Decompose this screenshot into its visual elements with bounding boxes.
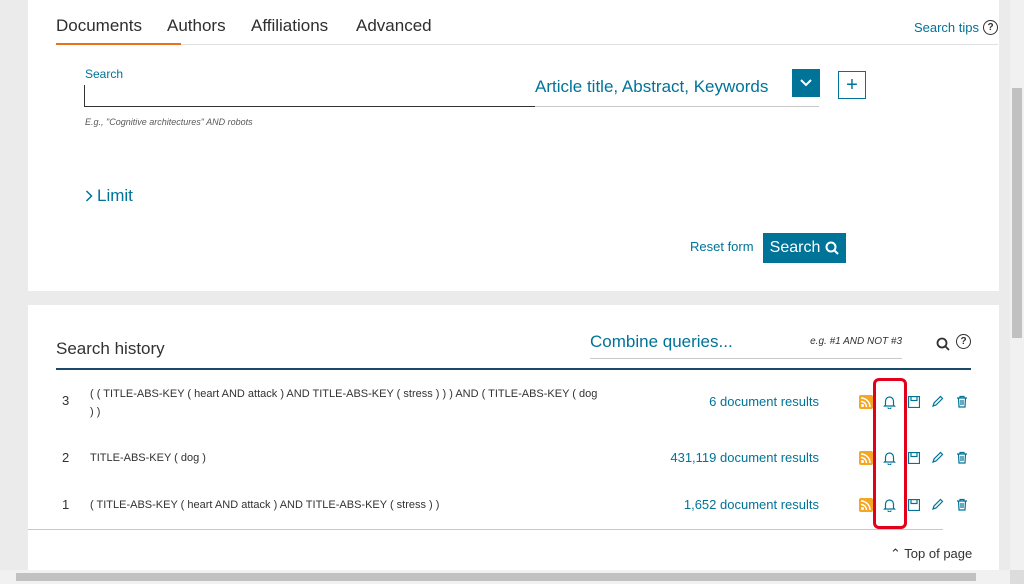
search-tabs: Documents Authors Affiliations Advanced … [56,0,998,45]
search-tips-link[interactable]: Search tips ? [914,20,998,35]
active-tab-indicator [56,43,181,45]
delete-icon[interactable] [953,449,970,466]
search-tips-label: Search tips [913,20,979,35]
search-form-card: Documents Authors Affiliations Advanced … [28,0,999,291]
delete-icon[interactable] [953,393,970,410]
scrollbar-corner [1010,570,1024,584]
limit-label: Limit [97,186,133,205]
help-icon[interactable]: ? [956,334,971,349]
row-number: 3 [62,393,70,408]
combine-queries-input[interactable]: Combine queries... e.g. #1 AND NOT #3 [590,329,902,359]
rss-icon[interactable] [857,393,874,410]
search-field-value: Article title, Abstract, Keywords [535,77,769,96]
horizontal-scrollbar-thumb[interactable] [16,573,976,581]
rss-icon[interactable] [857,449,874,466]
save-icon[interactable] [905,449,922,466]
tab-documents[interactable]: Documents [56,16,142,36]
chevron-up-icon: ⌃ [890,546,901,561]
search-history-title: Search history [56,339,165,358]
search-hint: E.g., "Cognitive architectures" AND robo… [85,117,253,127]
reset-form-link[interactable]: Reset form [690,239,754,254]
vertical-scrollbar-thumb[interactable] [1012,88,1022,338]
edit-icon[interactable] [929,496,946,513]
add-search-field-button[interactable]: + [838,71,866,99]
chevron-right-icon [85,190,93,202]
save-icon[interactable] [905,393,922,410]
vertical-scrollbar[interactable] [1010,0,1024,570]
history-bottom-divider [28,529,943,530]
alert-highlight-box [873,378,907,529]
limit-toggle[interactable]: Limit [85,186,133,206]
search-history-card: Search history Combine queries... e.g. #… [28,305,999,584]
horizontal-scrollbar[interactable] [0,570,1010,584]
row-number: 2 [62,450,70,465]
tab-affiliations[interactable]: Affiliations [251,16,328,36]
chevron-down-icon[interactable] [792,69,820,97]
delete-icon[interactable] [953,496,970,513]
row-query: TITLE-ABS-KEY ( dog ) [90,452,206,464]
search-label: Search [85,67,124,81]
rss-icon[interactable] [857,496,874,513]
search-field-select[interactable]: Article title, Abstract, Keywords [535,69,819,107]
search-button[interactable]: Search [763,233,846,263]
search-button-label: Search [769,239,821,256]
edit-icon[interactable] [929,449,946,466]
tab-advanced[interactable]: Advanced [356,16,432,36]
row-results-link[interactable]: 1,652 document results [684,497,819,512]
help-icon: ? [983,20,998,35]
top-of-page-link[interactable]: ⌃ Top of page [890,546,972,562]
row-results-link[interactable]: 6 document results [709,394,819,409]
search-input[interactable] [84,85,549,107]
history-row: 3 ( ( TITLE-ABS-KEY ( heart AND attack )… [56,385,971,425]
row-query: ( ( TITLE-ABS-KEY ( heart AND attack ) A… [90,388,598,418]
top-of-page-label: Top of page [904,546,973,561]
row-results-link[interactable]: 431,119 document results [670,450,819,465]
search-icon[interactable] [936,337,950,356]
row-number: 1 [62,497,70,512]
history-row: 2 TITLE-ABS-KEY ( dog ) 431,119 document… [56,449,971,469]
edit-icon[interactable] [929,393,946,410]
history-divider [56,368,971,370]
combine-queries-hint: e.g. #1 AND NOT #3 [810,336,902,347]
combine-queries-placeholder: Combine queries... [590,332,733,351]
save-icon[interactable] [905,496,922,513]
plus-icon: + [846,73,858,96]
search-icon [825,241,840,255]
history-row: 1 ( TITLE-ABS-KEY ( heart AND attack ) A… [56,496,971,516]
row-query: ( TITLE-ABS-KEY ( heart AND attack ) AND… [90,499,440,511]
tab-authors[interactable]: Authors [167,16,226,36]
